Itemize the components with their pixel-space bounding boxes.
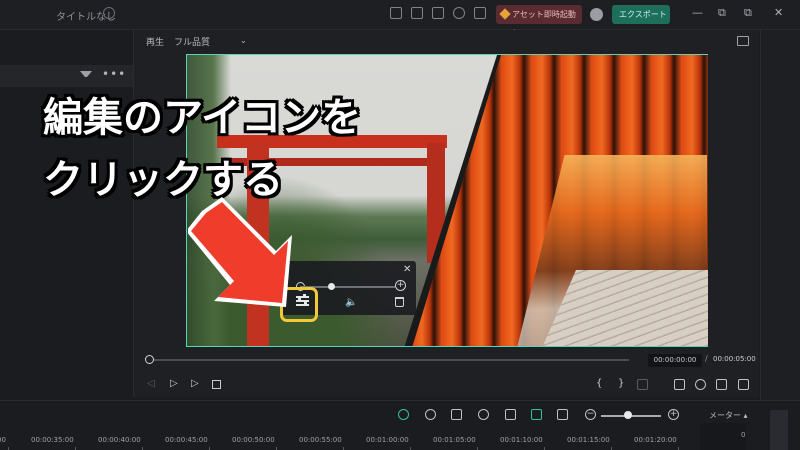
fullscreen-icon[interactable]	[738, 379, 749, 390]
ruler-label: 00:00:55:00	[299, 436, 342, 444]
ruler-label: 00:00:40:00	[98, 436, 141, 444]
grid-icon[interactable]	[474, 7, 486, 19]
maximize-button[interactable]: ⧉	[718, 6, 726, 20]
ruler-label: 00:01:10:00	[500, 436, 543, 444]
close-button[interactable]: ✕	[774, 6, 783, 19]
caption-icon[interactable]	[557, 409, 568, 420]
microphone-icon[interactable]	[478, 409, 489, 420]
caption-line-2: クリックする	[43, 157, 283, 203]
marker-icon[interactable]	[451, 409, 462, 420]
support-icon[interactable]	[453, 7, 465, 19]
ruler-label: 00:01:15:00	[567, 436, 610, 444]
camera-icon[interactable]	[695, 379, 706, 390]
time-ruler[interactable]: 00 00:00:35:00 00:00:40:00 00:00:45:00 0…	[0, 433, 695, 450]
audio-meter	[700, 423, 746, 450]
meter-label[interactable]: メーター ▴	[709, 410, 748, 421]
playhead-knob[interactable]	[145, 355, 154, 364]
editor-window: タイトルなし アセット即時起動し エクスポート ⌄ — ⧉ ⧉ ✕ ••• 再生…	[0, 0, 800, 450]
more-icon[interactable]: •••	[102, 67, 126, 81]
timeline-panel: − + メーター ▴ 0 00 00:00:35:00 00:00:40:00 …	[0, 400, 800, 450]
close-icon[interactable]: ✕	[403, 264, 411, 275]
trash-icon[interactable]	[395, 297, 404, 307]
music-icon[interactable]	[505, 409, 516, 420]
ruler-label: 00:00:35:00	[31, 436, 74, 444]
title-bar: タイトルなし アセット即時起動し エクスポート ⌄ — ⧉ ⧉ ✕	[0, 0, 800, 38]
asset-button[interactable]: アセット即時起動し	[496, 5, 582, 38]
plus-icon[interactable]: +	[395, 280, 406, 291]
volume-icon[interactable]	[716, 379, 727, 390]
save-icon[interactable]	[411, 7, 423, 19]
media-panel: •••	[0, 31, 140, 397]
restore-button[interactable]: ⧉	[744, 6, 752, 20]
ai-icon[interactable]	[398, 409, 409, 420]
filter-icon[interactable]	[80, 71, 92, 81]
gem-icon	[499, 8, 511, 20]
play-button[interactable]: ▷	[191, 378, 199, 389]
speaker-icon[interactable]: 🔈	[345, 297, 357, 308]
ruler-label: 00:00:50:00	[232, 436, 275, 444]
zoom-in-icon[interactable]: +	[668, 409, 679, 420]
monitor-icon[interactable]	[674, 379, 685, 390]
time-separator: /	[705, 354, 708, 363]
avatar[interactable]	[590, 8, 603, 21]
volume-slider-thumb[interactable]	[328, 283, 335, 290]
playback-progress-track[interactable]	[149, 359, 629, 361]
speed-icon[interactable]	[425, 409, 436, 420]
snap-icon[interactable]	[531, 409, 542, 420]
ruler-label: 00:00:45:00	[165, 436, 208, 444]
ruler-label: 00:01:20:00	[634, 436, 677, 444]
ruler-label: 00:01:05:00	[433, 436, 476, 444]
chevron-down-icon[interactable]: ⌄	[240, 36, 247, 45]
player-label: 再生	[146, 38, 165, 48]
export-button[interactable]: エクスポート ⌄	[612, 5, 670, 38]
play-step-button[interactable]: ▷	[170, 378, 178, 389]
ruler-label: 00:01:00:00	[366, 436, 409, 444]
current-time: 00:00:00:00	[648, 354, 702, 367]
quality-select[interactable]: フル品質	[174, 35, 210, 48]
scrollbar[interactable]	[770, 410, 788, 450]
prev-frame-button[interactable]: ◁	[147, 378, 155, 389]
media-panel-header: •••	[0, 65, 140, 87]
upload-icon[interactable]	[432, 7, 444, 19]
total-time: 00:00:05:00	[713, 355, 756, 363]
caption-line-1: 編集のアイコンを	[43, 95, 361, 141]
info-icon[interactable]	[103, 7, 115, 19]
image-icon[interactable]	[737, 36, 749, 46]
mark-out-button[interactable]: }	[618, 378, 624, 389]
stop-button[interactable]	[212, 380, 221, 389]
pointer-arrow	[188, 197, 292, 307]
layout-icon[interactable]	[390, 7, 402, 19]
crop-icon[interactable]	[637, 379, 648, 390]
minimize-button[interactable]: —	[692, 6, 703, 19]
zoom-out-icon[interactable]: −	[585, 409, 596, 420]
right-side-panel	[760, 30, 800, 400]
meter-zero-label: 0	[741, 431, 746, 439]
zoom-slider-thumb[interactable]	[624, 411, 632, 419]
ruler-label: 00	[0, 436, 6, 444]
mark-in-button[interactable]: {	[596, 378, 602, 389]
